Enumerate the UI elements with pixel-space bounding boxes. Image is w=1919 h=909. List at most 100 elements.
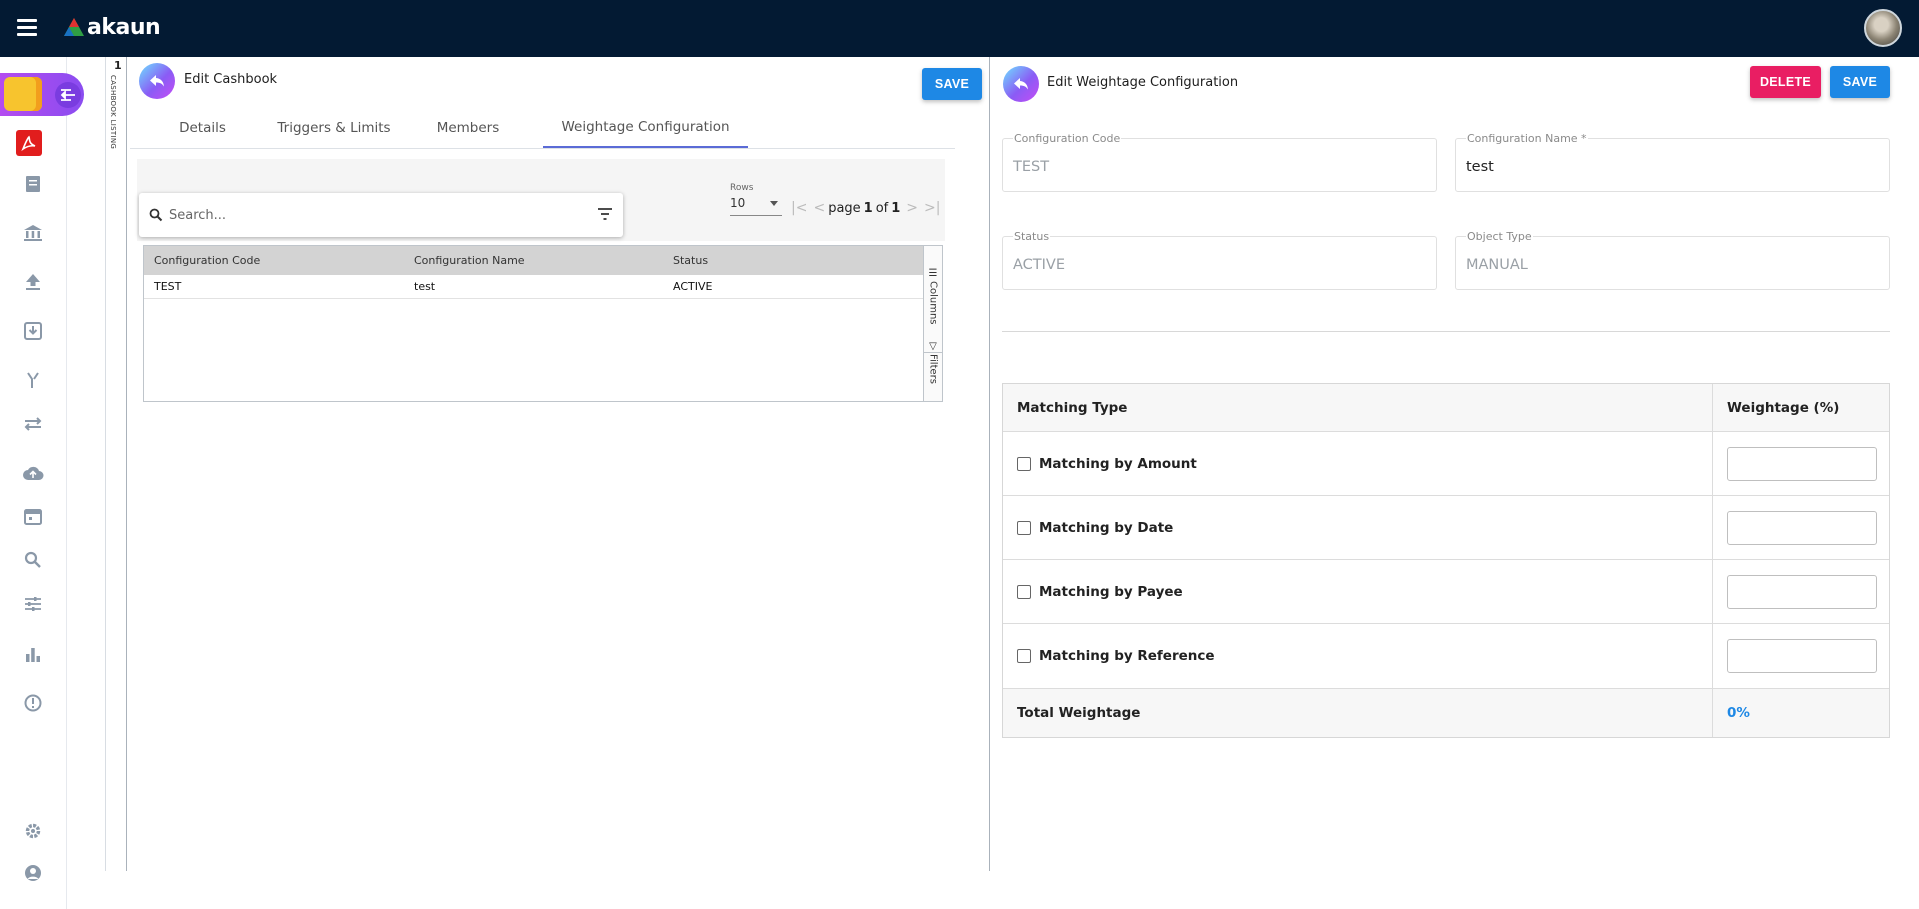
cell-name: test xyxy=(414,280,436,293)
filter-icon[interactable] xyxy=(597,207,613,221)
object-type-field: Object Type MANUAL xyxy=(1455,231,1890,290)
weightage-input-date[interactable] xyxy=(1727,510,1877,545)
back-arrow-icon xyxy=(150,75,164,87)
tab-triggers-limits[interactable]: Triggers & Limits xyxy=(275,108,393,148)
next-page-icon[interactable]: > xyxy=(906,200,918,216)
prev-page-icon[interactable]: < xyxy=(813,200,825,216)
tab-bar: Details Triggers & Limits Members Weight… xyxy=(130,108,955,149)
user-icon[interactable] xyxy=(22,862,44,884)
weightage-input-reference[interactable] xyxy=(1727,639,1877,673)
panel-title: Edit Cashbook xyxy=(184,72,278,87)
checkbox-date[interactable] xyxy=(1017,520,1031,535)
sidebar-item-cashbook[interactable] xyxy=(0,73,84,116)
alert-icon[interactable] xyxy=(22,692,44,714)
weightage-row-amount: Matching by Amount xyxy=(1003,432,1889,496)
cashbook-listing-strip[interactable]: 1 CASHBOOK LISTING xyxy=(105,57,127,871)
sliders-icon[interactable] xyxy=(22,593,44,615)
menu-collapse-icon[interactable] xyxy=(55,82,81,108)
user-avatar[interactable] xyxy=(1864,9,1902,47)
app-logo[interactable]: akaun xyxy=(63,13,161,41)
search-icon xyxy=(149,208,163,222)
first-page-icon[interactable]: |< xyxy=(791,200,807,216)
acrobat-icon[interactable] xyxy=(16,130,42,156)
top-app-bar: akaun xyxy=(0,0,1919,57)
sidebar xyxy=(0,57,84,909)
download-icon[interactable] xyxy=(22,320,44,342)
filters-tool[interactable]: ▽ Filters xyxy=(924,341,942,401)
weightage-table: Matching Type Weightage (%) Matching by … xyxy=(1002,383,1890,738)
current-page: 1 xyxy=(863,200,873,216)
pagination: |< < page 1 of 1 > >| xyxy=(788,198,943,218)
search-icon[interactable] xyxy=(22,549,44,571)
column-header-code[interactable]: Configuration Code xyxy=(144,246,404,275)
back-button-right[interactable] xyxy=(1003,66,1039,102)
delete-button[interactable]: DELETE xyxy=(1750,66,1821,98)
search-input[interactable] xyxy=(169,207,589,223)
checkbox-payee[interactable] xyxy=(1017,584,1031,599)
logo-triangle-icon xyxy=(64,18,84,36)
total-weightage-value: 0% xyxy=(1712,689,1889,737)
listing-label: CASHBOOK LISTING xyxy=(109,75,117,150)
tab-weightage-configuration[interactable]: Weightage Configuration xyxy=(543,108,748,148)
table-row[interactable]: TEST test ACTIVE xyxy=(144,275,924,299)
gear-icon[interactable] xyxy=(22,820,44,842)
columns-tool-label: Columns xyxy=(927,281,939,325)
upload-icon[interactable] xyxy=(22,271,44,293)
configuration-code-label: Configuration Code xyxy=(1013,132,1122,145)
configuration-code-field: Configuration Code TEST xyxy=(1002,133,1437,192)
status-field: Status ACTIVE xyxy=(1002,231,1437,290)
configuration-name-value[interactable]: test xyxy=(1466,159,1494,175)
cell-status: ACTIVE xyxy=(673,280,713,293)
logo-text: akaun xyxy=(87,14,161,40)
of-word: of xyxy=(875,200,889,216)
transfer-icon[interactable] xyxy=(22,413,44,435)
back-button[interactable] xyxy=(139,63,175,99)
column-header-name[interactable]: Configuration Name xyxy=(404,246,663,275)
checkbox-reference[interactable] xyxy=(1017,649,1031,663)
last-page-icon[interactable]: >| xyxy=(924,200,940,216)
save-button-right[interactable]: SAVE xyxy=(1830,66,1890,98)
cell-code: TEST xyxy=(154,280,182,293)
bar-chart-icon[interactable] xyxy=(22,643,44,665)
rows-value: 10 xyxy=(730,196,746,210)
matching-type-header: Matching Type xyxy=(1017,399,1128,416)
tab-members[interactable]: Members xyxy=(393,108,543,148)
filter-funnel-icon: ▽ xyxy=(927,341,939,352)
cloud-upload-icon[interactable] xyxy=(22,462,44,484)
weightage-input-amount[interactable] xyxy=(1727,446,1877,481)
status-value: ACTIVE xyxy=(1013,257,1066,273)
object-type-label: Object Type xyxy=(1466,230,1533,243)
panel-divider xyxy=(989,57,990,871)
panel-title-right: Edit Weightage Configuration xyxy=(1047,75,1239,90)
configuration-code-value: TEST xyxy=(1013,159,1050,175)
search-box[interactable] xyxy=(139,193,623,237)
ledger-icon[interactable] xyxy=(22,173,44,195)
bank-icon[interactable] xyxy=(22,222,44,244)
calendar-icon[interactable] xyxy=(22,505,44,527)
back-arrow-icon xyxy=(1014,78,1028,90)
configuration-table: Configuration Code Configuration Name St… xyxy=(143,245,943,402)
rows-per-page-select[interactable]: 10 xyxy=(730,196,782,216)
weightage-input-payee[interactable] xyxy=(1727,574,1877,609)
split-icon[interactable] xyxy=(22,369,44,391)
matching-amount-label: Matching by Amount xyxy=(1039,455,1197,472)
wallet-icon xyxy=(4,77,42,111)
section-divider xyxy=(1002,331,1890,332)
panel-border xyxy=(126,57,127,871)
status-label: Status xyxy=(1013,230,1051,243)
configuration-name-label: Configuration Name * xyxy=(1466,132,1588,145)
save-button[interactable]: SAVE xyxy=(922,68,982,100)
configuration-name-field[interactable]: Configuration Name * test xyxy=(1455,133,1890,192)
table-header: Configuration Code Configuration Name St… xyxy=(144,246,924,275)
tab-details[interactable]: Details xyxy=(130,108,275,148)
checkbox-amount[interactable] xyxy=(1017,456,1031,471)
weightage-table-header: Matching Type Weightage (%) xyxy=(1003,384,1889,432)
hamburger-menu-icon[interactable] xyxy=(17,19,37,37)
filters-tool-label: Filters xyxy=(927,354,939,384)
weightage-header: Weightage (%) xyxy=(1712,384,1889,431)
chevron-down-icon xyxy=(770,201,778,206)
total-weightage-label: Total Weightage xyxy=(1017,705,1141,721)
column-header-status[interactable]: Status xyxy=(663,246,924,275)
total-weightage-row: Total Weightage 0% xyxy=(1003,689,1889,737)
weightage-row-payee: Matching by Payee xyxy=(1003,560,1889,624)
